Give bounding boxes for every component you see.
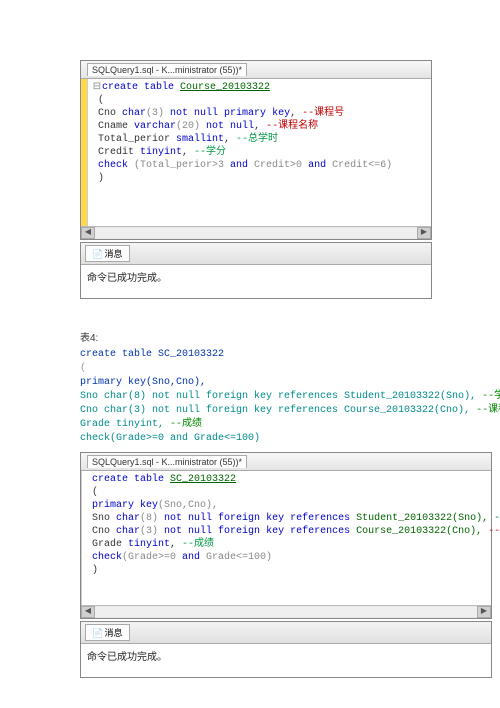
scroll-right-icon[interactable]: ▶	[477, 606, 491, 618]
tab-label: SQLQuery1.sql - K...ministrator (55))*	[92, 457, 242, 467]
message-body: 命令已成功完成。	[81, 644, 491, 677]
editor-gutter	[81, 79, 88, 226]
scroll-track[interactable]	[95, 607, 477, 617]
editor-tab[interactable]: SQLQuery1.sql - K...ministrator (55))*	[87, 63, 247, 76]
scroll-left-icon[interactable]: ◀	[81, 606, 95, 618]
message-tabbar: 📄 消息	[81, 622, 491, 644]
message-tab-label: 消息	[105, 628, 123, 638]
editor-tab[interactable]: SQLQuery1.sql - K...ministrator (55))*	[87, 455, 247, 468]
code-content: create table SC_20103322 ( primary key(S…	[82, 471, 500, 605]
scroll-track[interactable]	[95, 228, 417, 238]
tab-label: SQLQuery1.sql - K...ministrator (55))*	[92, 65, 242, 75]
message-window-2: 📄 消息 命令已成功完成。	[80, 621, 492, 678]
horizontal-scrollbar[interactable]: ◀ ▶	[81, 226, 431, 239]
plain-sql-text: create table SC_20103322 ( primary key(S…	[80, 348, 500, 446]
message-window-1: 📄 消息 命令已成功完成。	[80, 242, 432, 299]
code-editor[interactable]: create table SC_20103322 ( primary key(S…	[81, 471, 491, 605]
editor-titlebar: SQLQuery1.sql - K...ministrator (55))*	[81, 61, 431, 79]
page-icon: 📄	[92, 628, 102, 639]
expand-icon[interactable]: ⊟	[92, 81, 102, 94]
section-label: 表4:	[80, 329, 500, 344]
scroll-right-icon[interactable]: ▶	[417, 227, 431, 239]
sql-editor-window-1: SQLQuery1.sql - K...ministrator (55))* ⊟…	[80, 60, 432, 240]
horizontal-scrollbar[interactable]: ◀ ▶	[81, 605, 491, 618]
message-tab-label: 消息	[105, 249, 123, 259]
page-icon: 📄	[92, 249, 102, 260]
message-tab[interactable]: 📄 消息	[85, 245, 130, 262]
message-body: 命令已成功完成。	[81, 265, 431, 298]
scroll-left-icon[interactable]: ◀	[81, 227, 95, 239]
sql-editor-window-2: SQLQuery1.sql - K...ministrator (55))* c…	[80, 452, 492, 619]
message-tab[interactable]: 📄 消息	[85, 624, 130, 641]
editor-titlebar: SQLQuery1.sql - K...ministrator (55))*	[81, 453, 491, 471]
code-content: ⊟create table Course_20103322 ( Cno char…	[88, 79, 396, 226]
code-editor[interactable]: ⊟create table Course_20103322 ( Cno char…	[81, 79, 431, 226]
message-tabbar: 📄 消息	[81, 243, 431, 265]
